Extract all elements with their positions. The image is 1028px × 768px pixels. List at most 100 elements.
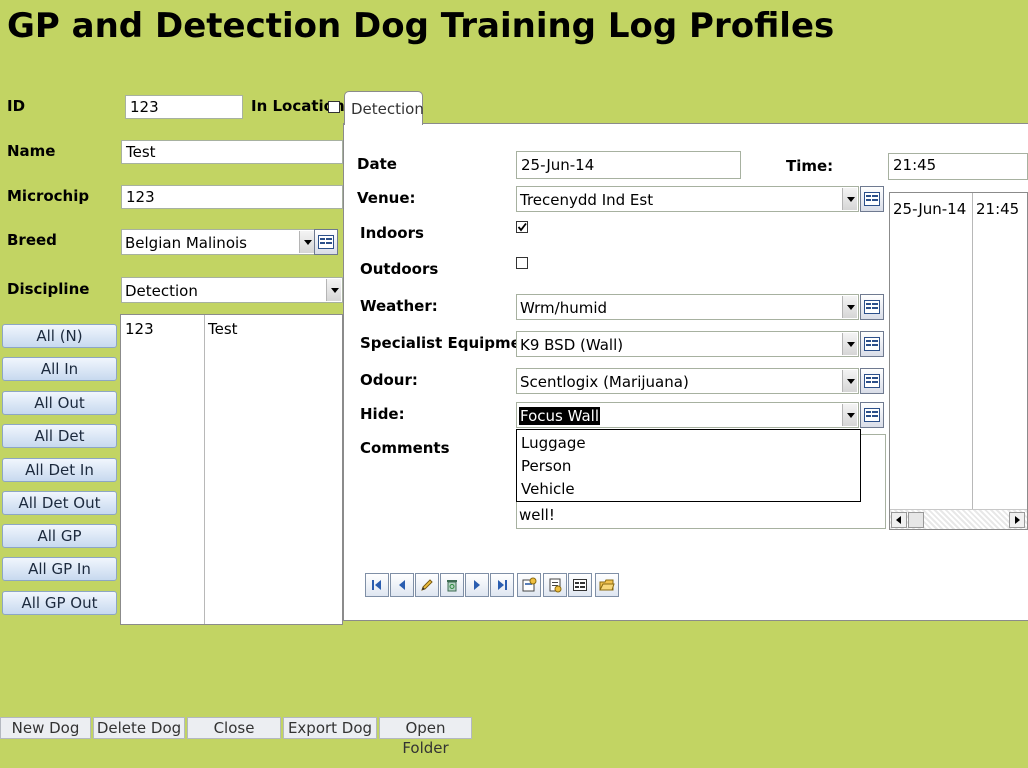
- weather-combo[interactable]: Wrm/humid: [516, 294, 859, 320]
- chevron-down-icon[interactable]: [842, 188, 857, 210]
- scroll-right-button[interactable]: [1009, 512, 1025, 528]
- bottom-button[interactable]: New Dog: [0, 717, 91, 739]
- bottom-button[interactable]: Export Dog: [283, 717, 377, 739]
- chevron-down-icon[interactable]: [299, 231, 314, 253]
- hide-option-luggage[interactable]: Luggage: [521, 434, 586, 452]
- breed-combo[interactable]: Belgian Malinois: [121, 229, 316, 255]
- name-label: Name: [7, 142, 56, 160]
- previous-record-button[interactable]: [390, 573, 414, 597]
- time-label: Time:: [786, 157, 834, 175]
- hide-dropdown-list[interactable]: Luggage Person Vehicle: [516, 429, 861, 502]
- comments-text: well!: [519, 506, 555, 524]
- hide-lookup-button[interactable]: [860, 402, 884, 428]
- filter-button[interactable]: All Det Out: [2, 491, 117, 515]
- hide-option-person[interactable]: Person: [521, 457, 571, 475]
- chevron-down-icon[interactable]: [842, 370, 857, 392]
- filter-button[interactable]: All Out: [2, 391, 117, 415]
- date-field[interactable]: 25-Jun-14: [516, 151, 741, 179]
- form-icon: [864, 408, 880, 422]
- time-field[interactable]: 21:45: [888, 153, 1028, 180]
- microchip-field[interactable]: 123: [121, 185, 343, 209]
- form-icon: [864, 374, 880, 388]
- last-record-button[interactable]: [490, 573, 514, 597]
- recycle-bin-icon: [447, 580, 457, 592]
- last-record-icon: [498, 580, 507, 590]
- form-icon: [318, 235, 334, 249]
- filter-button[interactable]: All In: [2, 357, 117, 381]
- equipment-combo[interactable]: K9 BSD (Wall): [516, 331, 859, 357]
- outdoors-checkbox[interactable]: [516, 257, 528, 269]
- history-date[interactable]: 25-Jun-14: [893, 200, 966, 218]
- filter-button[interactable]: All GP In: [2, 557, 117, 581]
- scroll-left-button[interactable]: [891, 512, 907, 528]
- weather-lookup-button[interactable]: [860, 294, 884, 320]
- chevron-down-icon[interactable]: [326, 279, 341, 301]
- pencil-icon: [421, 579, 433, 591]
- first-record-icon: [372, 580, 381, 590]
- microchip-label: Microchip: [7, 187, 90, 205]
- form-icon: [573, 579, 587, 591]
- outdoors-label: Outdoors: [360, 260, 439, 278]
- chevron-down-icon[interactable]: [842, 296, 857, 318]
- discipline-combo[interactable]: Detection: [121, 277, 343, 303]
- chevron-down-icon[interactable]: [842, 404, 857, 426]
- previous-record-icon: [399, 580, 405, 590]
- check-icon: [517, 222, 527, 232]
- scroll-thumb[interactable]: [908, 512, 924, 528]
- bottom-button[interactable]: Delete Dog: [93, 717, 185, 739]
- indoors-label: Indoors: [360, 224, 424, 242]
- hide-label: Hide:: [360, 405, 405, 423]
- horizontal-scrollbar[interactable]: [890, 509, 1027, 529]
- filter-button[interactable]: All GP Out: [2, 591, 117, 615]
- breed-value: Belgian Malinois: [125, 234, 247, 252]
- report-icon: [549, 578, 562, 593]
- delete-record-button[interactable]: [440, 573, 464, 597]
- equipment-value: K9 BSD (Wall): [520, 336, 624, 354]
- odour-combo[interactable]: Scentlogix (Marijuana): [516, 368, 859, 394]
- bottom-button[interactable]: Open Folder: [379, 717, 472, 757]
- dog-list-id[interactable]: 123: [125, 320, 154, 338]
- triangle-left-icon: [896, 516, 901, 524]
- report-button[interactable]: [543, 573, 567, 597]
- hide-value[interactable]: Focus Wall: [519, 407, 601, 425]
- next-record-icon: [474, 580, 480, 590]
- first-record-button[interactable]: [365, 573, 389, 597]
- history-list[interactable]: 25-Jun-14 21:45: [889, 192, 1028, 530]
- equipment-lookup-button[interactable]: [860, 331, 884, 357]
- filter-button[interactable]: All (N): [2, 324, 117, 348]
- in-location-checkbox[interactable]: [328, 101, 340, 113]
- bottom-button[interactable]: Close: [187, 717, 281, 739]
- column-divider: [972, 193, 973, 509]
- new-record-icon: [522, 577, 537, 592]
- edit-record-button[interactable]: [415, 573, 439, 597]
- form-icon: [864, 300, 880, 314]
- venue-lookup-button[interactable]: [860, 186, 884, 212]
- discipline-label: Discipline: [7, 280, 90, 298]
- breed-lookup-button[interactable]: [314, 229, 338, 255]
- filter-button[interactable]: All Det: [2, 424, 117, 448]
- new-record-button[interactable]: [517, 573, 541, 597]
- weather-label: Weather:: [360, 297, 438, 315]
- dog-list[interactable]: 123 Test: [120, 314, 343, 625]
- form-view-button[interactable]: [568, 573, 592, 597]
- indoors-checkbox[interactable]: [516, 221, 528, 233]
- column-divider: [204, 315, 205, 624]
- history-time[interactable]: 21:45: [976, 200, 1019, 218]
- venue-combo[interactable]: Trecenydd Ind Est: [516, 186, 859, 212]
- odour-lookup-button[interactable]: [860, 368, 884, 394]
- dog-list-name[interactable]: Test: [208, 320, 238, 338]
- date-label: Date: [357, 155, 397, 173]
- hide-combo[interactable]: Focus Wall: [516, 402, 859, 428]
- next-record-button[interactable]: [465, 573, 489, 597]
- chevron-down-icon[interactable]: [842, 333, 857, 355]
- folder-icon: [599, 579, 615, 591]
- weather-value: Wrm/humid: [520, 299, 608, 317]
- id-field[interactable]: 123: [125, 95, 243, 119]
- filter-button[interactable]: All GP: [2, 524, 117, 548]
- hide-option-vehicle[interactable]: Vehicle: [521, 480, 575, 498]
- odour-value: Scentlogix (Marijuana): [520, 373, 689, 391]
- filter-button[interactable]: All Det In: [2, 458, 117, 482]
- tab-detection[interactable]: Detection: [344, 91, 424, 125]
- name-field[interactable]: Test: [121, 140, 343, 164]
- open-folder-record-button[interactable]: [595, 573, 619, 597]
